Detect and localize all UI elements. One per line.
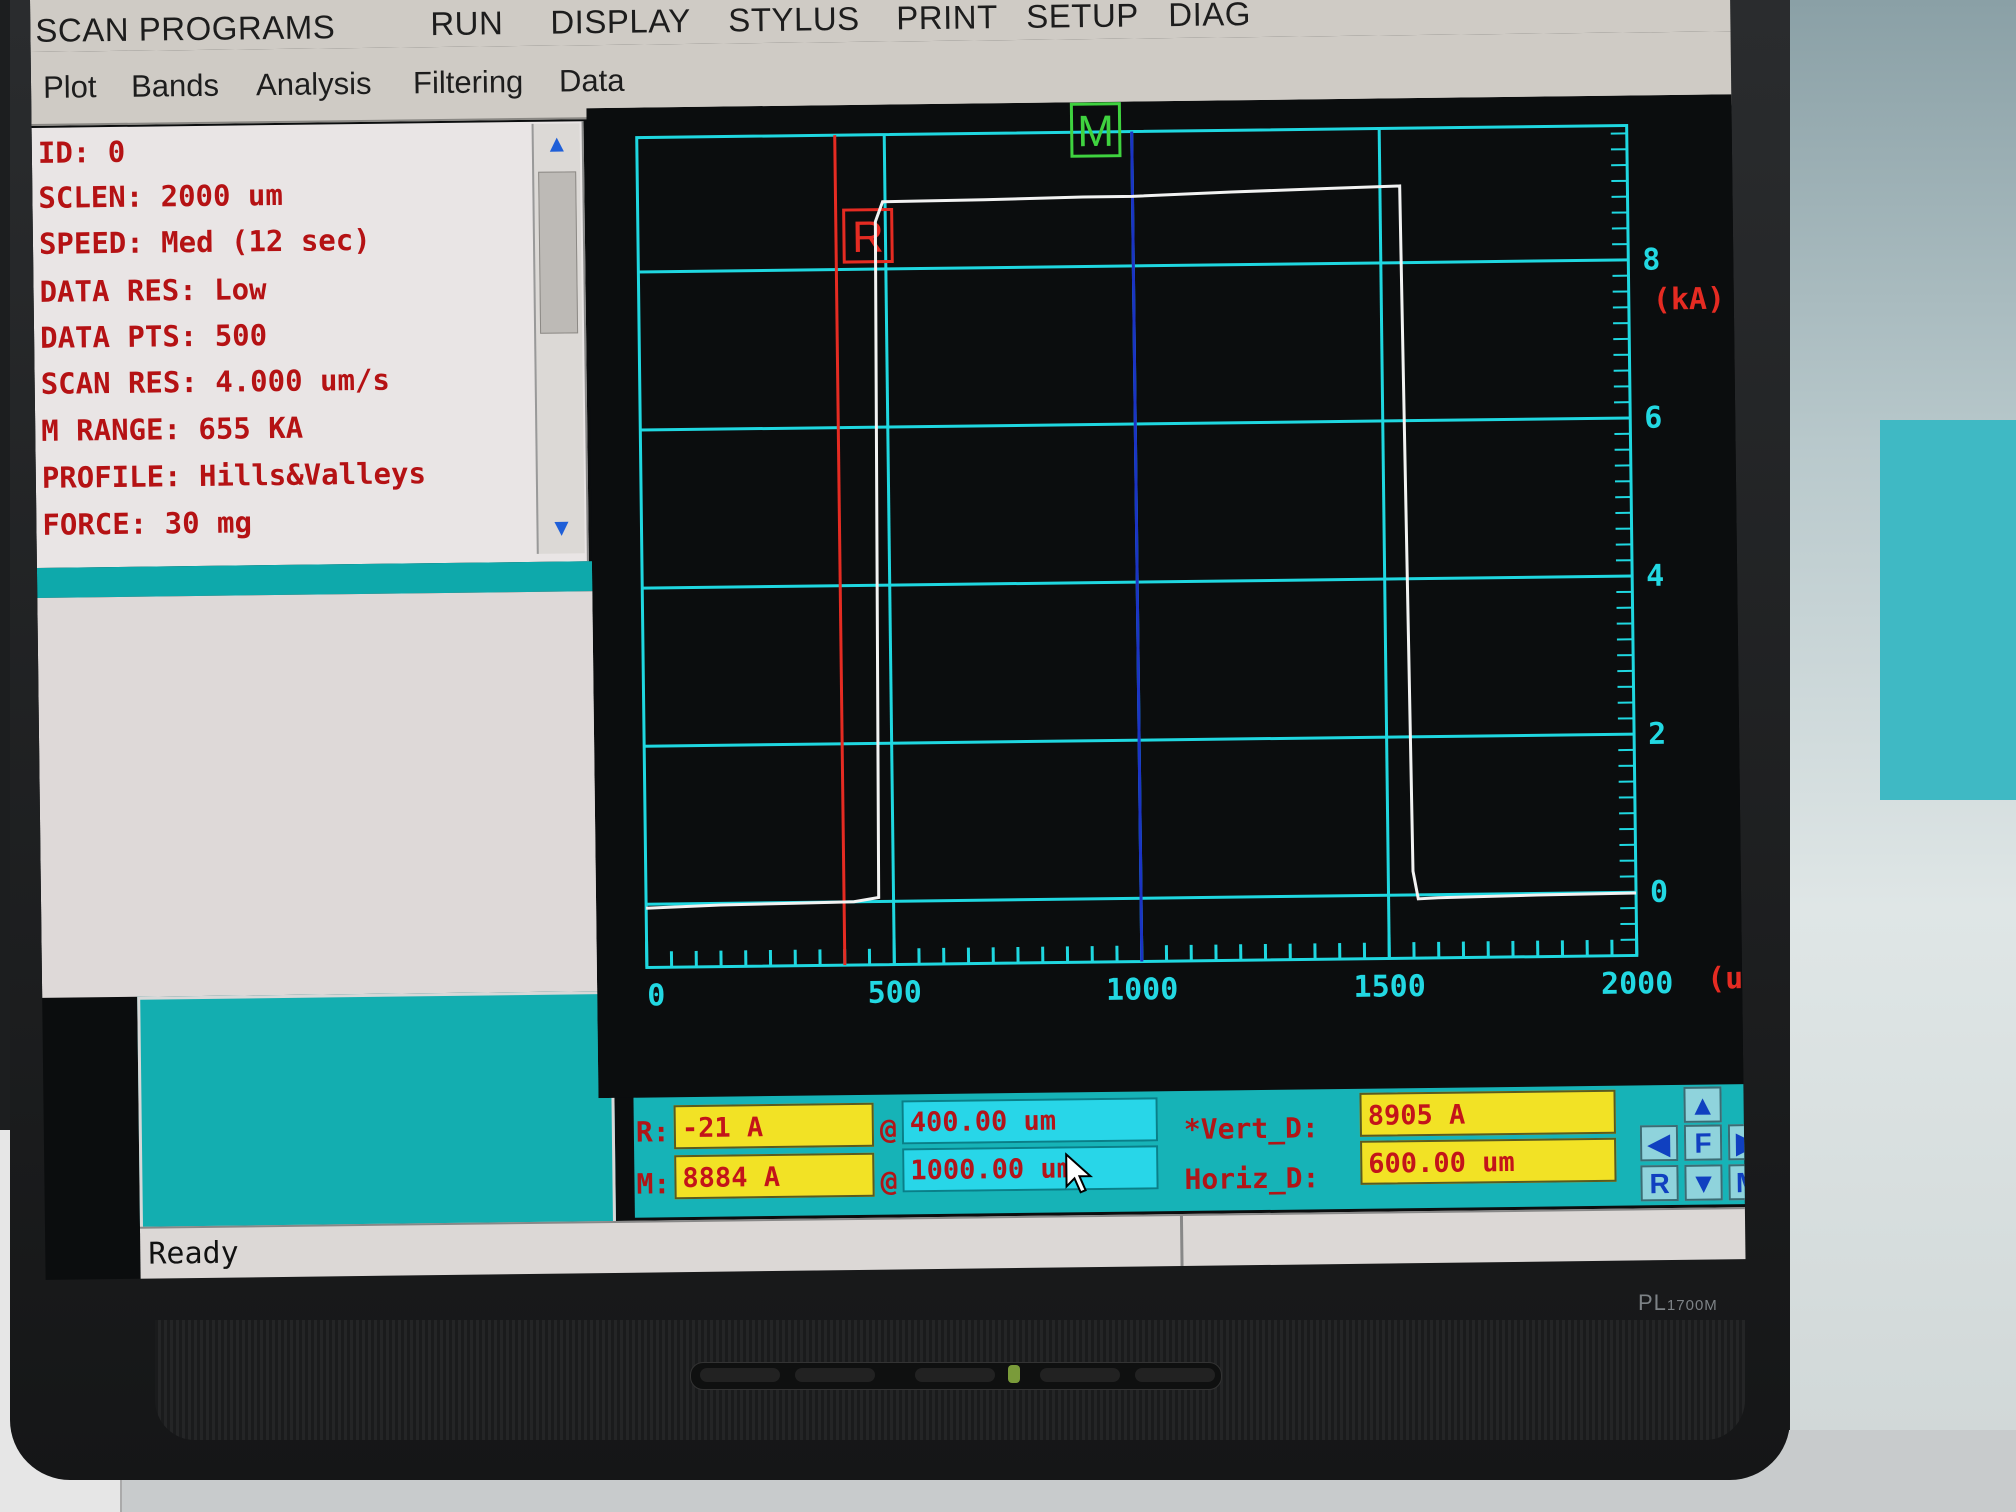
- m-label: M:: [636, 1167, 671, 1201]
- nav-down-button[interactable]: ▼: [1684, 1164, 1723, 1201]
- profile-type: PROFILE: Hills&Valleys: [41, 456, 427, 495]
- teal-panel: [137, 990, 617, 1233]
- menu-print[interactable]: PRINT: [896, 0, 998, 37]
- menu-diag[interactable]: DIAG: [1168, 0, 1251, 34]
- monitor-button[interactable]: [700, 1368, 780, 1382]
- r-cursor-label: R: [852, 213, 884, 262]
- y-tick-label: 6: [1644, 401, 1662, 436]
- monitor-button[interactable]: [1135, 1368, 1215, 1382]
- menu-stylus[interactable]: STYLUS: [728, 0, 860, 39]
- nav-f-button[interactable]: F: [1683, 1124, 1723, 1161]
- submenu-bands[interactable]: Bands: [131, 68, 219, 105]
- menu-scan-programs[interactable]: SCAN PROGRAMS: [35, 8, 335, 50]
- horiz-d-label: Horiz_D:: [1184, 1161, 1320, 1196]
- submenu-analysis[interactable]: Analysis: [256, 66, 372, 103]
- x-tick-label: 1500: [1353, 969, 1426, 1005]
- menu-setup[interactable]: SETUP: [1026, 0, 1139, 36]
- scroll-thumb[interactable]: [538, 171, 579, 334]
- y-tick-label: 4: [1646, 559, 1664, 594]
- r-position-field[interactable]: 400.00 um: [901, 1097, 1159, 1145]
- status-separator: [1179, 1216, 1184, 1269]
- r-value-field[interactable]: -21 A: [673, 1102, 875, 1150]
- nav-r-button[interactable]: R: [1640, 1164, 1679, 1202]
- scroll-down-icon[interactable]: ▼: [544, 511, 578, 545]
- y-axis-unit-label: (kA): [1653, 282, 1726, 318]
- info-scrollbar[interactable]: ▲ ▼: [531, 123, 585, 554]
- scan-info-panel: ID: 0 SCLEN: 2000 um SPEED: Med (12 sec)…: [31, 121, 589, 568]
- monitor-brand-label: PL1700M: [1638, 1290, 1718, 1315]
- m-at-label: @: [880, 1164, 898, 1198]
- submenu-filtering[interactable]: Filtering: [413, 64, 524, 101]
- nav-right-button[interactable]: ▶: [1727, 1123, 1746, 1161]
- data-res: DATA RES: Low: [39, 272, 267, 309]
- background-teal-panel: [1880, 420, 2016, 800]
- y-tick-label: 2: [1648, 717, 1666, 752]
- scan-speed: SPEED: Med (12 sec): [38, 222, 371, 261]
- x-axis-unit-label: (um): [1707, 961, 1746, 997]
- menu-run[interactable]: RUN: [430, 4, 503, 43]
- power-led[interactable]: [1008, 1365, 1020, 1383]
- y-tick-label: 8: [1642, 242, 1660, 277]
- horiz-d-field[interactable]: 600.00 um: [1360, 1137, 1617, 1185]
- stylus-force: FORCE: 30 mg: [42, 505, 253, 542]
- nav-left-button[interactable]: ◀: [1639, 1124, 1679, 1162]
- y-tick-label: 0: [1650, 875, 1668, 910]
- monitor-button[interactable]: [795, 1368, 875, 1382]
- vert-d-label: *Vert_D:: [1183, 1111, 1319, 1146]
- x-tick-label: 2000: [1601, 966, 1674, 1002]
- monitor-button[interactable]: [915, 1368, 995, 1382]
- scroll-up-icon[interactable]: ▲: [540, 127, 574, 161]
- m-position-field[interactable]: 1000.00 um: [902, 1145, 1159, 1193]
- x-tick-label: 1000: [1106, 972, 1179, 1008]
- submenu-plot[interactable]: Plot: [43, 69, 97, 106]
- m-value-field[interactable]: 8884 A: [674, 1152, 875, 1200]
- scan-res: SCAN RES: 4.000 um/s: [40, 362, 391, 401]
- profile-plot[interactable]: 0 500 1000 1500 2000 0 2 4 6 8 (um) (kA) R M: [586, 93, 1746, 1099]
- nav-m-button[interactable]: M: [1728, 1163, 1746, 1201]
- x-tick-label: 500: [867, 975, 922, 1011]
- scan-length: SCLEN: 2000 um: [38, 177, 284, 215]
- nav-up-button[interactable]: ▲: [1683, 1086, 1722, 1123]
- r-label: R:: [635, 1115, 670, 1149]
- status-text: Ready: [148, 1235, 239, 1272]
- blank-panel: [37, 591, 603, 998]
- monitor-screen: SCAN PROGRAMS RUN DISPLAY STYLUS PRINT S…: [30, 0, 1746, 1280]
- menu-display[interactable]: DISPLAY: [550, 2, 691, 42]
- data-pts: DATA PTS: 500: [39, 318, 268, 355]
- m-range: M RANGE: 655 KA: [41, 410, 304, 448]
- scan-id: ID: 0: [37, 134, 126, 170]
- mouse-pointer-icon: [1065, 1152, 1094, 1194]
- vert-d-field[interactable]: 8905 A: [1359, 1089, 1616, 1137]
- m-cursor-label: M: [1077, 107, 1114, 156]
- x-tick-label: 0: [647, 978, 665, 1013]
- submenu-data[interactable]: Data: [559, 63, 625, 100]
- monitor-button[interactable]: [1040, 1368, 1120, 1382]
- readout-bar: R: -21 A @ 400.00 um M: 8884 A @ 1000.00…: [633, 1083, 1746, 1218]
- r-at-label: @: [879, 1112, 897, 1146]
